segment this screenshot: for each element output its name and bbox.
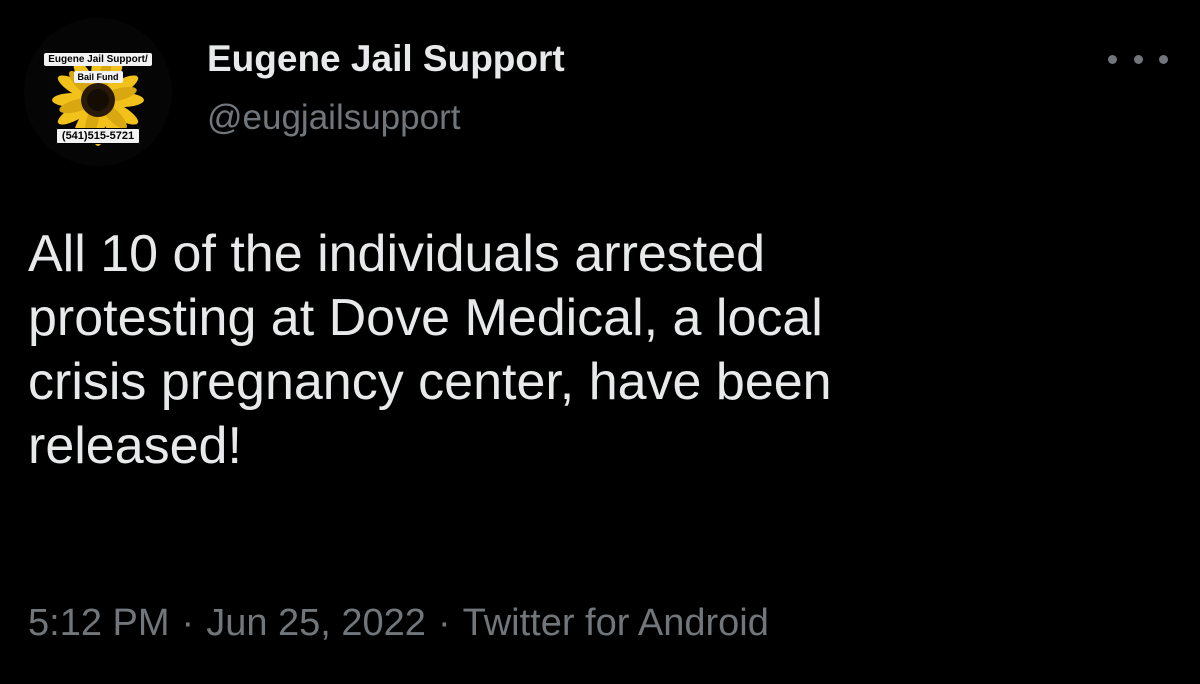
tweet-time[interactable]: 5:12 PM [28,602,170,644]
tweet-card: Eugene Jail Support/ Bail Fund (541)515-… [0,0,1200,684]
tweet-metadata: 5:12 PM · Jun 25, 2022 · Twitter for Android [28,602,769,645]
tweet-text-line: released! [28,417,242,475]
avatar-subtitle: Bail Fund [24,71,172,83]
avatar-title: Eugene Jail Support/ [24,53,172,66]
author-handle[interactable]: @eugjailsupport [207,98,460,138]
separator: · [437,602,451,644]
tweet-text-line: crisis pregnancy center, have been [28,353,832,411]
tweet-date[interactable]: Jun 25, 2022 [206,602,426,644]
avatar-phone: (541)515-5721 [24,128,172,144]
more-horizontal-icon [1159,54,1168,64]
author-display-name[interactable]: Eugene Jail Support [207,38,565,80]
separator: · [181,602,195,644]
tweet-text-line: All 10 of the individuals arrested [28,225,766,283]
avatar[interactable]: Eugene Jail Support/ Bail Fund (541)515-… [24,18,172,166]
more-options-button[interactable] [1108,44,1168,74]
tweet-source[interactable]: Twitter for Android [463,602,769,644]
tweet-text: All 10 of the individuals arrested prote… [28,222,1168,478]
more-horizontal-icon [1108,54,1117,64]
tweet-text-line: protesting at Dove Medical, a local [28,289,823,347]
more-horizontal-icon [1133,54,1143,64]
